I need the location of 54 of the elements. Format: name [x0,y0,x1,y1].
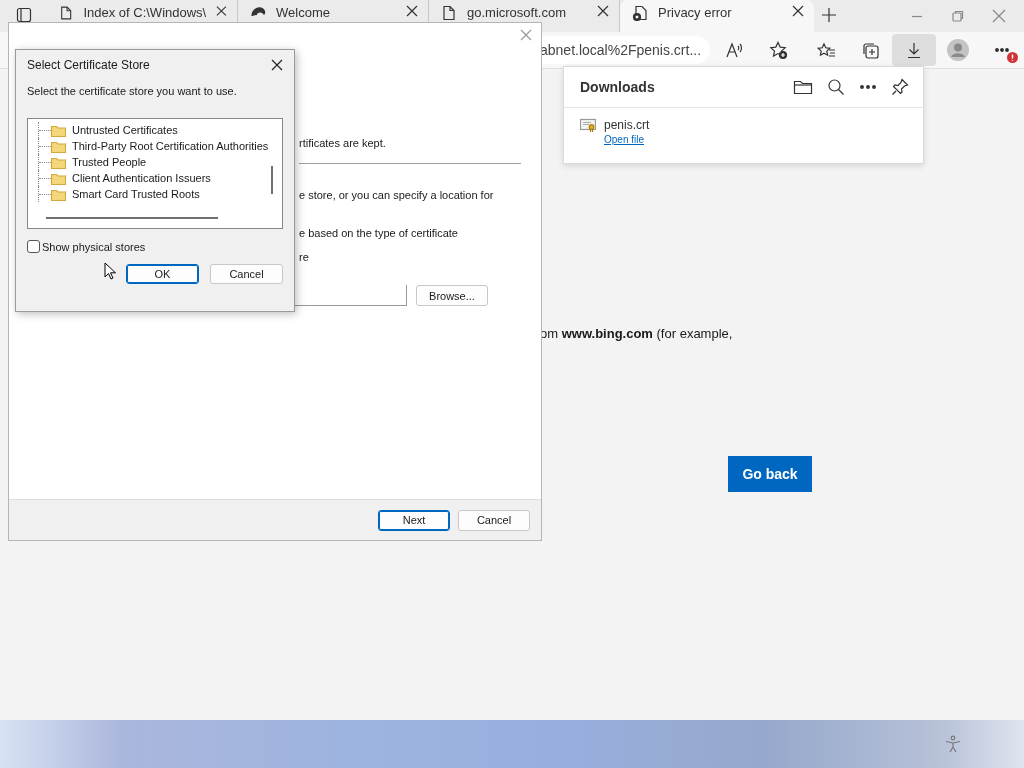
tree-item[interactable]: Trusted People [38,154,279,170]
avatar-icon [947,39,969,61]
checkbox[interactable] [27,240,40,253]
new-tab-icon[interactable] [821,7,837,23]
page-error-icon [632,5,648,21]
certificate-icon [580,118,596,132]
page-icon [59,5,74,21]
tree-item[interactable]: Third-Party Root Certification Authorities [38,138,279,154]
wizard-text: e based on the type of certificate [299,227,459,239]
ok-button[interactable]: OK [126,264,199,284]
collections-icon [860,40,880,60]
browser-tab[interactable]: Privacy error [620,0,814,32]
go-back-button[interactable]: Go back [728,456,812,492]
next-button[interactable]: Next [378,509,450,531]
downloads-button[interactable] [892,34,936,66]
browse-button[interactable]: Browse... [416,285,488,306]
download-icon [905,41,923,59]
wizard-text: rtificates are kept. [299,137,387,149]
tab-actions-icon[interactable] [15,7,32,23]
close-icon[interactable] [216,5,227,17]
close-icon[interactable] [792,5,804,17]
scrollbar-thumb[interactable] [271,166,273,194]
folder-icon [51,171,66,185]
pin-icon[interactable] [891,78,909,96]
close-icon[interactable] [597,5,609,17]
close-icon[interactable] [406,5,418,17]
folder-icon [51,139,66,153]
cancel-button[interactable]: Cancel [210,264,283,284]
dialog-prompt: Select the certificate store you want to use. [27,85,238,97]
tree-item[interactable]: Smart Card Trusted Roots [38,186,279,202]
restore-icon[interactable] [951,9,965,23]
folder-icon[interactable] [793,78,813,96]
dialog-title: Select Certificate Store [27,58,151,72]
search-icon[interactable] [827,78,845,96]
cancel-button[interactable]: Cancel [458,509,530,531]
mouse-pointer-icon [104,262,116,280]
close-icon[interactable] [271,59,283,71]
wizard-text: e store, or you can specify a location for [299,189,495,201]
open-file-link[interactable]: Open file [604,134,650,145]
file-name: penis.crt [604,118,650,132]
letter-sound-icon [725,41,743,59]
scrollbar-thumb[interactable] [46,217,218,219]
accessibility-figure-icon[interactable] [944,735,962,753]
star-list-icon [816,41,836,59]
panel-title: Downloads [580,79,656,95]
folder-icon [51,123,66,137]
folder-icon [51,187,66,201]
page-icon [441,5,457,21]
wizard-text: re [299,251,310,263]
more-icon [994,45,1010,55]
folder-icon [51,155,66,169]
star-plus-icon [768,40,788,60]
tree-item[interactable]: Untrusted Certificates [38,122,279,138]
checkbox-label[interactable]: Show physical stores [42,240,146,253]
